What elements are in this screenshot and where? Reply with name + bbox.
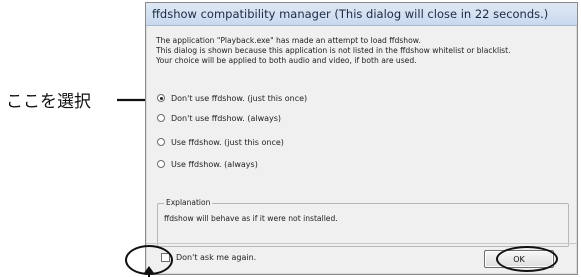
dont-ask-again-label: Don't ask me again. xyxy=(176,253,257,262)
message-line: The application "Playback.exe" has made … xyxy=(156,36,421,45)
message-line: Your choice will be applied to both audi… xyxy=(156,56,417,65)
message-line: This dialog is shown because this applic… xyxy=(156,46,511,55)
dialog-content: The application "Playback.exe" has made … xyxy=(146,26,577,274)
annotation-up-arrow xyxy=(144,266,154,277)
annotation-circle-ok xyxy=(496,246,558,272)
radio-use-once[interactable]: Use ffdshow. (just this once) xyxy=(157,135,284,149)
radio-label: Don't use ffdshow. (always) xyxy=(171,113,282,123)
radio-dont-use-once[interactable]: Don't use ffdshow. (just this once) xyxy=(157,91,307,105)
explanation-title: Explanation xyxy=(164,198,213,207)
explanation-text: ffdshow will behave as if it were not in… xyxy=(164,214,338,223)
radio-button-icon[interactable] xyxy=(157,114,165,122)
radio-label: Use ffdshow. (always) xyxy=(171,159,258,169)
explanation-groupbox: Explanation ffdshow will behave as if it… xyxy=(157,198,569,247)
page: ここを選択 ffdshow compatibility manager (Thi… xyxy=(0,0,581,277)
radio-use-always[interactable]: Use ffdshow. (always) xyxy=(157,157,258,171)
radio-button-checked-icon[interactable] xyxy=(157,94,165,102)
radio-button-icon[interactable] xyxy=(157,138,165,146)
radio-label: Use ffdshow. (just this once) xyxy=(171,137,284,147)
dialog-title: ffdshow compatibility manager (This dial… xyxy=(152,7,549,21)
dialog-message: The application "Playback.exe" has made … xyxy=(156,36,566,66)
dialog-titlebar[interactable]: ffdshow compatibility manager (This dial… xyxy=(146,3,577,26)
radio-button-icon[interactable] xyxy=(157,160,165,168)
dont-ask-again-checkbox-row[interactable]: Don't ask me again. xyxy=(161,253,256,262)
annotation-label: ここを選択 xyxy=(6,92,91,112)
radio-label: Don't use ffdshow. (just this once) xyxy=(171,93,308,103)
radio-dont-use-always[interactable]: Don't use ffdshow. (always) xyxy=(157,111,281,125)
compatibility-dialog: ffdshow compatibility manager (This dial… xyxy=(145,2,578,275)
